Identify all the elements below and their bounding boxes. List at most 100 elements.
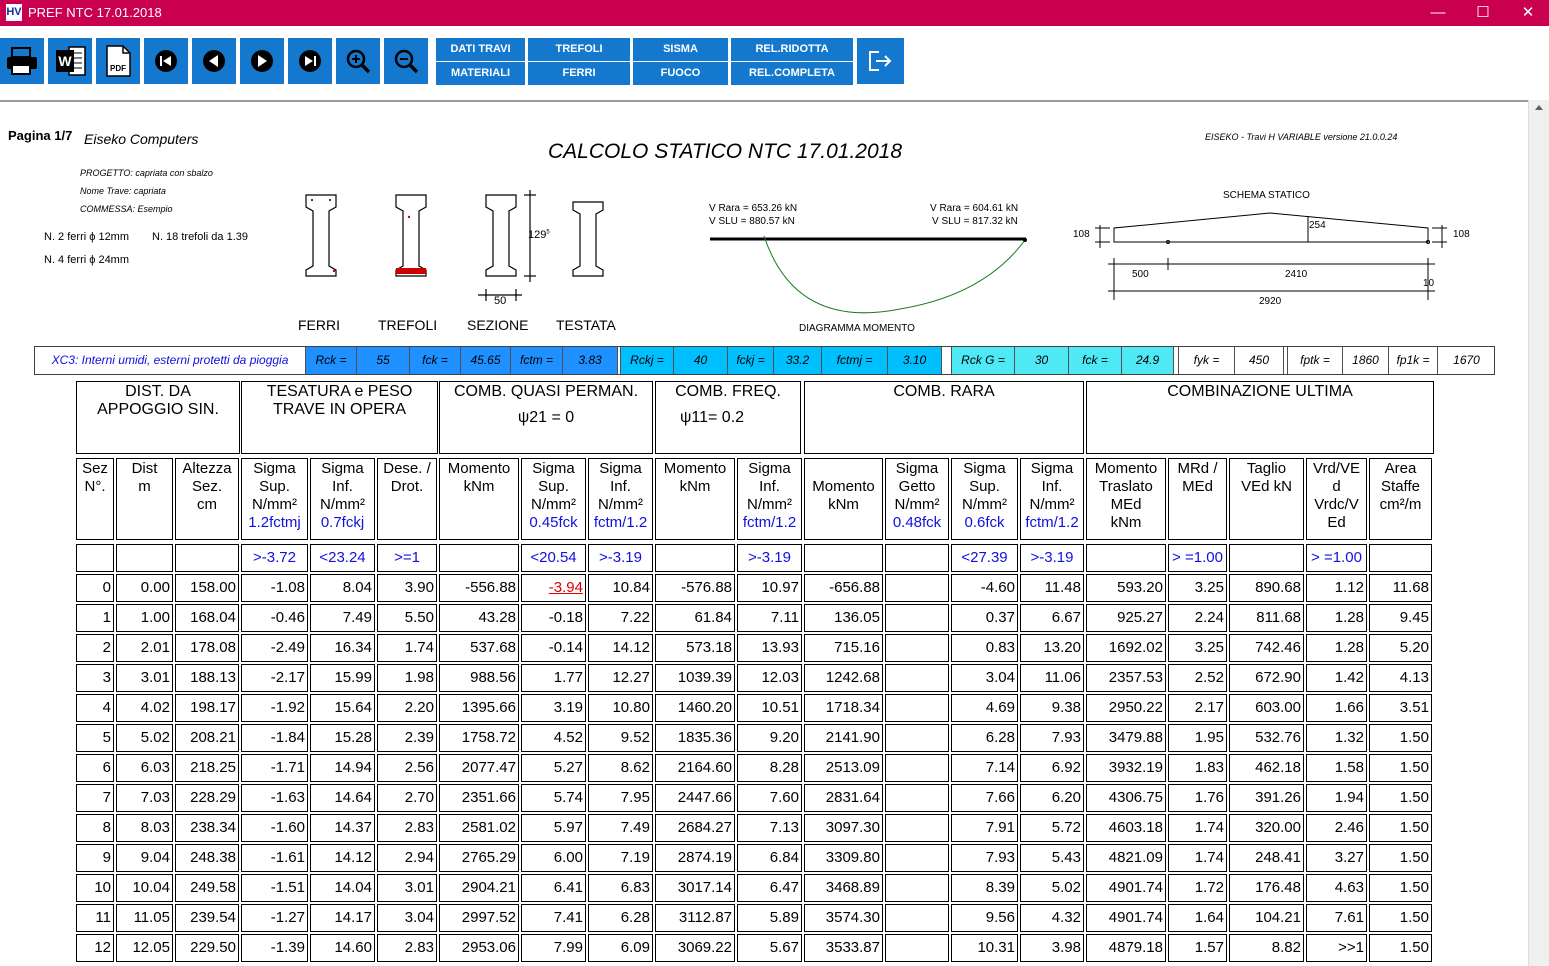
table-cell: 2.83 bbox=[377, 934, 437, 962]
svg-text:PDF: PDF bbox=[110, 64, 126, 73]
table-cell: 2351.66 bbox=[439, 784, 519, 812]
dati-travi-button[interactable]: DATI TRAVI bbox=[436, 38, 525, 61]
progetto-info: PROGETTO: capriata con sbalzo bbox=[80, 168, 213, 178]
table-cell: 7.14 bbox=[951, 754, 1018, 782]
table-cell: 5.27 bbox=[521, 754, 586, 782]
param-value: 40 bbox=[674, 347, 728, 374]
param-label: fptk = bbox=[1287, 347, 1343, 374]
table-cell: 3533.87 bbox=[804, 934, 883, 962]
table-cell: 168.04 bbox=[175, 604, 239, 632]
first-page-button[interactable] bbox=[144, 38, 188, 84]
table-cell: 7.22 bbox=[588, 604, 653, 632]
maximize-button[interactable]: ☐ bbox=[1460, 0, 1506, 26]
export-word-button[interactable]: W bbox=[48, 38, 92, 84]
column-header: Sigma Sup. N/mm² 1.2fctmj bbox=[241, 458, 308, 540]
exit-button[interactable] bbox=[857, 38, 904, 84]
table-cell: 14.17 bbox=[310, 904, 375, 932]
table-cell: 925.27 bbox=[1086, 604, 1166, 632]
table-cell: 5.67 bbox=[737, 934, 802, 962]
v-rara-right: V Rara = 604.61 kN bbox=[930, 203, 1019, 214]
table-cell: -3.94 bbox=[521, 574, 586, 602]
table-cell: -1.51 bbox=[241, 874, 308, 902]
table-cell: 7.66 bbox=[951, 784, 1018, 812]
limit-cell bbox=[1086, 544, 1166, 572]
limit-cell bbox=[1369, 544, 1432, 572]
scroll-up-icon[interactable] bbox=[1535, 105, 1543, 110]
group-header-dist: DIST. DA APPOGGIO SIN. bbox=[76, 381, 240, 454]
vertical-scrollbar[interactable] bbox=[1528, 100, 1549, 966]
table-cell: 1 bbox=[76, 604, 114, 632]
table-cell: 3.01 bbox=[377, 874, 437, 902]
zoom-in-button[interactable] bbox=[336, 38, 380, 84]
svg-text:W: W bbox=[58, 53, 72, 69]
table-cell: 6.47 bbox=[737, 874, 802, 902]
table-cell: 1758.72 bbox=[439, 724, 519, 752]
table-cell: 603.00 bbox=[1229, 694, 1304, 722]
param-label: Rck G = bbox=[951, 347, 1015, 374]
table-cell: 1.95 bbox=[1168, 724, 1227, 752]
print-button[interactable] bbox=[0, 38, 44, 84]
app-icon: HV bbox=[6, 4, 22, 21]
param-value: 3.10 bbox=[888, 347, 942, 374]
psi-coefficient: ψ11= 0.2 bbox=[680, 409, 745, 426]
table-cell: 218.25 bbox=[175, 754, 239, 782]
fuoco-button[interactable]: FUOCO bbox=[633, 62, 728, 85]
column-header-limit: fctm/1.2 bbox=[593, 514, 648, 531]
column-header-label: Sigma Sup. N/mm² bbox=[531, 460, 576, 513]
column-header-label: Area Staffe cm²/m bbox=[1379, 460, 1422, 513]
column-header: Sigma Getto N/mm² 0.48fck bbox=[885, 458, 949, 540]
export-pdf-button[interactable]: PDF bbox=[96, 38, 140, 84]
table-cell: 3932.19 bbox=[1086, 754, 1166, 782]
table-cell: -2.49 bbox=[241, 634, 308, 662]
table-cell: 988.56 bbox=[439, 664, 519, 692]
column-header-label: Sigma Inf. N/mm² bbox=[747, 460, 792, 513]
table-cell: 7.19 bbox=[588, 844, 653, 872]
group-header-label: COMBINAZIONE ULTIMA bbox=[1167, 383, 1353, 400]
column-header: Momento Traslato MEd kNm bbox=[1086, 458, 1166, 540]
table-cell: 6 bbox=[76, 754, 114, 782]
limit-cell: >-3.19 bbox=[737, 544, 802, 572]
sezione-section bbox=[485, 194, 517, 277]
table-cell: 6.83 bbox=[588, 874, 653, 902]
sisma-button[interactable]: SISMA bbox=[633, 38, 728, 61]
table-cell: 2.94 bbox=[377, 844, 437, 872]
schema-mid-height: 254 bbox=[1309, 220, 1326, 231]
table-cell: 11.68 bbox=[1369, 574, 1432, 602]
table-cell: -0.14 bbox=[521, 634, 586, 662]
table-cell: 537.68 bbox=[439, 634, 519, 662]
rel-ridotta-button[interactable]: REL.RIDOTTA bbox=[731, 38, 853, 61]
table-cell: 7.49 bbox=[310, 604, 375, 632]
ferri-button[interactable]: FERRI bbox=[528, 62, 630, 85]
commessa-info: COMMESSA: Esempio bbox=[80, 204, 173, 214]
materiali-button[interactable]: MATERIALI bbox=[436, 62, 525, 85]
minimize-button[interactable]: — bbox=[1415, 0, 1461, 26]
trefoli-button[interactable]: TREFOLI bbox=[528, 38, 630, 61]
schema-dim-3: 10 bbox=[1423, 278, 1435, 289]
ferri-info-2: N. 4 ferri ϕ 24mm bbox=[44, 254, 130, 266]
next-page-button[interactable] bbox=[240, 38, 284, 84]
column-header: Sigma Inf. N/mm² fctm/1.2 bbox=[1020, 458, 1084, 540]
table-cell: 9.56 bbox=[951, 904, 1018, 932]
table-cell: 742.46 bbox=[1229, 634, 1304, 662]
table-cell: 1.66 bbox=[1306, 694, 1367, 722]
close-button[interactable]: ✕ bbox=[1505, 0, 1549, 26]
group-header-ultima: COMBINAZIONE ULTIMA bbox=[1086, 381, 1434, 454]
table-cell: 3 bbox=[76, 664, 114, 692]
table-cell: 7.41 bbox=[521, 904, 586, 932]
rel-completa-button[interactable]: REL.COMPLETA bbox=[731, 62, 853, 85]
previous-page-button[interactable] bbox=[192, 38, 236, 84]
table-cell: 2447.66 bbox=[655, 784, 735, 812]
moment-caption: DIAGRAMMA MOMENTO bbox=[799, 323, 915, 334]
column-header-label: Dist m bbox=[131, 460, 158, 495]
table-cell: 5.89 bbox=[737, 904, 802, 932]
previous-page-icon bbox=[203, 50, 225, 72]
table-cell: 8.03 bbox=[116, 814, 173, 842]
table-cell: 14.04 bbox=[310, 874, 375, 902]
table-cell: 6.28 bbox=[588, 904, 653, 932]
table-cell: 3017.14 bbox=[655, 874, 735, 902]
table-cell: 2.01 bbox=[116, 634, 173, 662]
last-page-button[interactable] bbox=[288, 38, 332, 84]
zoom-out-button[interactable] bbox=[384, 38, 428, 84]
table-cell: >>1 bbox=[1306, 934, 1367, 962]
table-cell: 7.99 bbox=[521, 934, 586, 962]
